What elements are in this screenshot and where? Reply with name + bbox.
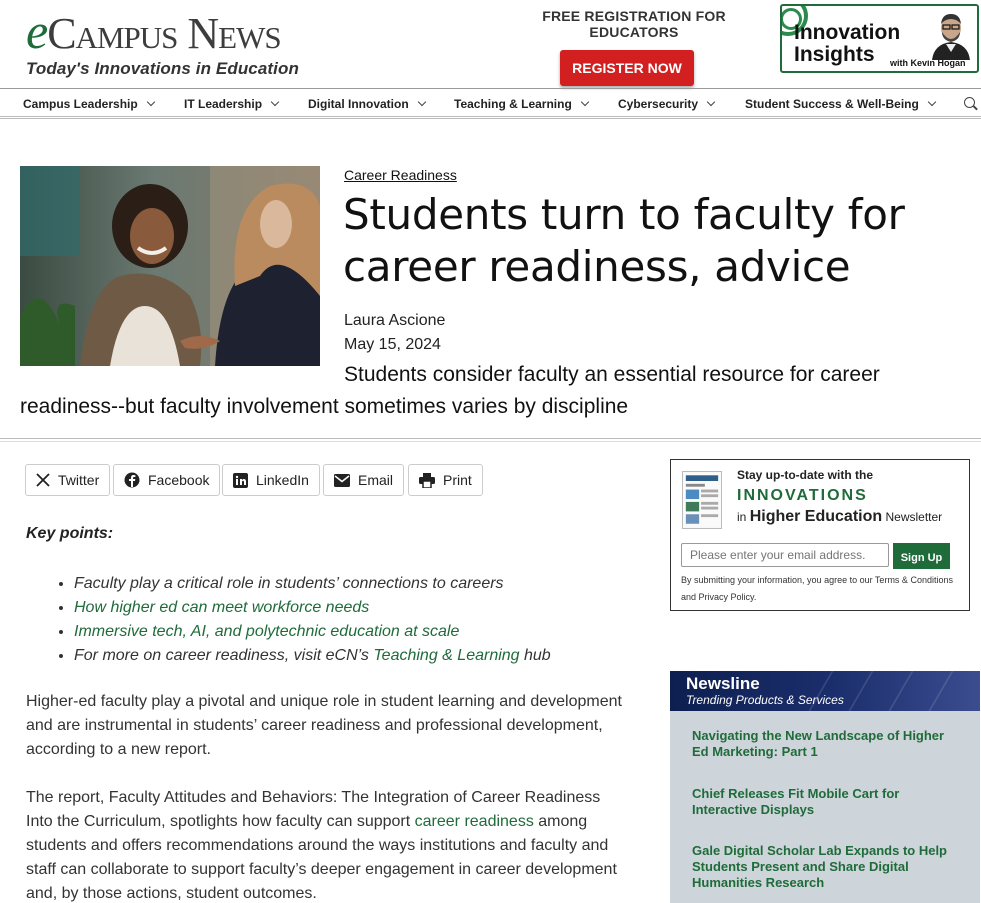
share-label: Print [443, 472, 472, 488]
logo-wordmark: eCampus News [26, 6, 299, 58]
key-point-text: Faculty play a critical role in students… [74, 575, 504, 592]
key-point-link[interactable]: Immersive tech, AI, and polytechnic educ… [74, 623, 459, 640]
nav-label: IT Leadership [184, 97, 263, 111]
list-item: Faculty play a critical role in students… [74, 572, 636, 596]
newsline-story-link[interactable]: Chief Releases Fit Mobile Cart for Inter… [692, 786, 962, 818]
newsletter-name: INNOVATIONS [737, 487, 868, 504]
share-facebook-button[interactable]: Facebook [113, 464, 221, 496]
list-item: How higher ed can meet workforce needs [74, 596, 636, 620]
chevron-down-icon [417, 97, 426, 107]
share-label: Twitter [58, 472, 100, 488]
site-tagline: Today's Innovations in Education [26, 59, 299, 78]
share-label: Facebook [148, 472, 210, 488]
share-print-button[interactable]: Print [408, 464, 483, 496]
list-item: For more on career readiness, visit eCN’… [74, 644, 636, 668]
sign-up-button[interactable]: Sign Up [893, 543, 950, 569]
search-icon[interactable] [964, 97, 975, 108]
printer-icon [419, 472, 435, 488]
nav-campus-leadership[interactable]: Campus Leadership [23, 97, 155, 111]
promo-title-line2: Insights [794, 43, 875, 66]
nav-label: Teaching & Learning [454, 97, 572, 111]
article-paragraph: Higher-ed faculty play a pivotal and uni… [26, 693, 622, 758]
newsletter-sub-text: Newsletter [882, 510, 943, 524]
x-twitter-icon [36, 473, 50, 487]
share-twitter-button[interactable]: Twitter [25, 464, 111, 496]
article-title: Students turn to faculty for career read… [343, 190, 905, 291]
linkedin-icon [233, 472, 248, 488]
share-email-button[interactable]: Email [323, 464, 405, 496]
article-subtitle: Students consider faculty an essential r… [20, 363, 880, 418]
nav-it-leadership[interactable]: IT Leadership [184, 97, 280, 111]
logo-campus: Campus [47, 9, 178, 58]
article-category-link[interactable]: Career Readiness [344, 167, 457, 183]
facebook-icon [124, 472, 140, 488]
article-hero-image [20, 166, 320, 366]
registration-promo: FREE REGISTRATION FOR EDUCATORS REGISTER… [496, 8, 772, 86]
key-points-heading: Key points: [26, 525, 114, 542]
newsline-subtitle: Trending Products & Services [686, 693, 844, 707]
newsletter-sub-text: in [737, 510, 750, 524]
newsline-title: Newsline [686, 674, 760, 693]
site-logo[interactable]: eCampus News Today's Innovations in Educ… [26, 6, 299, 79]
promo-title: Innovation Insights [794, 22, 900, 66]
nav-cybersecurity[interactable]: Cybersecurity [618, 97, 716, 111]
main-nav: Campus Leadership IT Leadership Digital … [0, 88, 981, 119]
chevron-down-icon [270, 97, 280, 107]
chevron-down-icon [580, 97, 590, 107]
list-item: Immersive tech, AI, and polytechnic educ… [74, 620, 636, 644]
nav-teaching-learning[interactable]: Teaching & Learning [454, 97, 590, 111]
chevron-down-icon [146, 97, 155, 107]
newsletter-signup: Stay up-to-date with the INNOVATIONS in … [670, 459, 970, 611]
article-date: May 15, 2024 [344, 336, 441, 353]
nav-label: Digital Innovation [308, 97, 409, 111]
newsletter-thumbnail [682, 471, 722, 529]
newsletter-sub-bold: Higher Education [749, 508, 883, 525]
key-points-list: Faculty play a critical role in students… [56, 572, 636, 668]
newsline-widget: Newsline Trending Products & Services Na… [670, 671, 980, 903]
envelope-icon [334, 473, 350, 487]
newsletter-subtitle: in Higher Education Newsletter [737, 508, 942, 526]
logo-e: e [26, 3, 48, 59]
key-point-link[interactable]: How higher ed can meet workforce needs [74, 599, 369, 616]
nav-digital-innovation[interactable]: Digital Innovation [308, 97, 426, 111]
key-point-text: For more on career readiness, visit eCN’… [74, 647, 374, 664]
key-point-text: hub [519, 647, 551, 664]
section-divider [0, 438, 981, 442]
nav-label: Campus Leadership [23, 97, 138, 111]
nav-label: Student Success & Well-Being [745, 97, 919, 111]
newsletter-intro: Stay up-to-date with the [737, 468, 873, 482]
share-label: Email [358, 472, 394, 488]
nav-student-success[interactable]: Student Success & Well-Being [745, 97, 937, 111]
logo-news: News [187, 9, 281, 58]
host-portrait-icon [924, 6, 977, 60]
promo-title-line1: Innovation [794, 21, 901, 44]
newsline-header: Newsline Trending Products & Services [670, 671, 980, 711]
nav-label: Cybersecurity [618, 97, 699, 111]
chevron-down-icon [706, 97, 716, 107]
register-now-button[interactable]: REGISTER NOW [560, 50, 694, 86]
article-author[interactable]: Laura Ascione [344, 312, 445, 330]
chevron-down-icon [927, 97, 937, 107]
email-field[interactable] [681, 543, 889, 567]
registration-text: FREE REGISTRATION FOR EDUCATORS [542, 8, 726, 40]
newsletter-fine-print: By submitting your information, you agre… [681, 575, 953, 602]
career-readiness-link[interactable]: career readiness [415, 813, 534, 830]
article-paragraph: The report, Faculty Attitudes and Behavi… [26, 786, 626, 903]
site-header: eCampus News Today's Innovations in Educ… [0, 0, 981, 88]
share-linkedin-button[interactable]: LinkedIn [222, 464, 320, 496]
newsline-story-link[interactable]: Navigating the New Landscape of Higher E… [692, 728, 962, 760]
teaching-learning-hub-link[interactable]: Teaching & Learning [373, 647, 519, 664]
share-label: LinkedIn [256, 472, 309, 488]
newsline-story-link[interactable]: Gale Digital Scholar Lab Expands to Help… [692, 843, 962, 891]
innovation-insights-promo[interactable]: Innovation Insights with Kevin Hogan [780, 4, 979, 73]
